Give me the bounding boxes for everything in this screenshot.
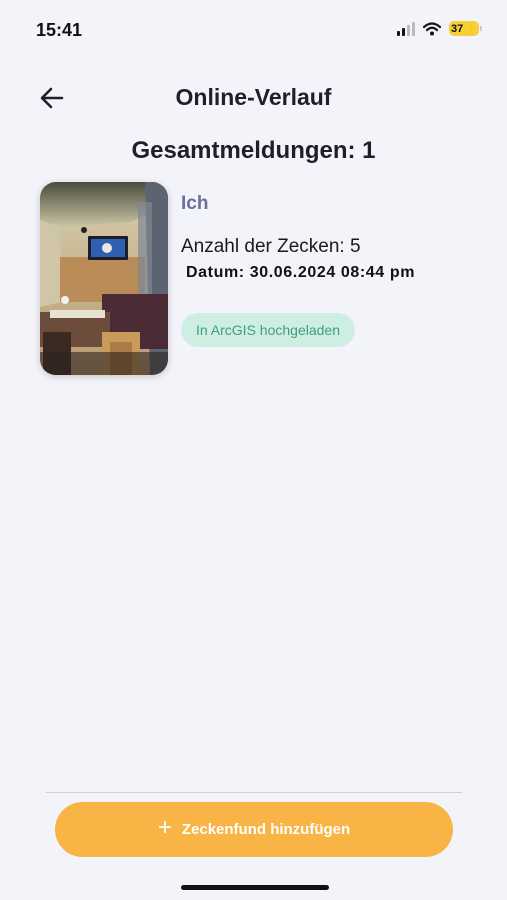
tick-count: Anzahl der Zecken: 5 [181,236,361,257]
wifi-icon [423,21,441,35]
add-button-label: Zeckenfund hinzufügen [181,821,351,838]
page-title: Online-Verlauf [175,84,332,110]
status-bar: 15:41 37 ⚡ [0,0,507,60]
signal-icon [397,21,415,36]
upload-status-badge: In ArcGIS hochgeladen [181,313,355,347]
report-date: Datum: 30.06.2024 08:44 pm [186,264,416,281]
report-photo[interactable] [40,182,168,375]
plus-icon: + [157,814,172,841]
status-icons: 37 ⚡ [397,21,482,36]
report-card[interactable]: Ich Anzahl der Zecken: 5 Datum: 30.06.20… [40,182,480,377]
battery-charging-icon: 37 ⚡ [449,21,482,36]
status-time: 15:41 [36,20,83,40]
room-photo [40,182,168,375]
report-user: Ich [181,193,209,214]
total-reports-label: Gesamtmeldungen: 1 [131,137,376,164]
footer-divider [46,792,462,793]
add-tick-finding-button[interactable]: + Zeckenfund hinzufügen [55,802,453,857]
battery-level: 37 [451,22,464,35]
home-indicator [181,885,329,890]
